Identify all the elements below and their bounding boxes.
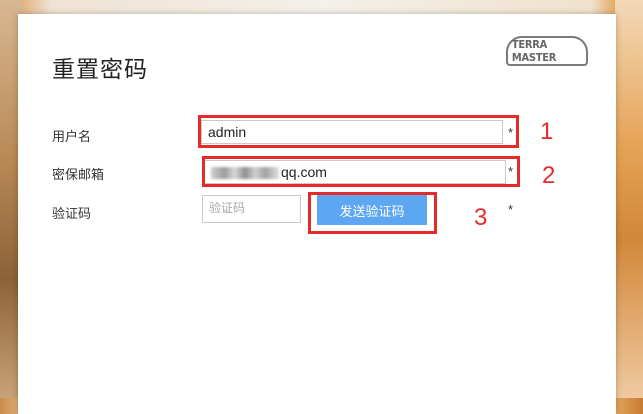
highlight-box-1 [198,115,519,148]
code-required-mark: * [508,202,514,217]
highlight-box-2 [202,156,520,187]
username-label: 用户名 [52,130,92,145]
email-label: 密保邮箱 [52,168,105,183]
marker-2: 2 [542,162,556,189]
background-right [615,0,643,398]
reset-password-dialog: 重置密码 TERRA MASTER 用户名 admin * 1 密保邮箱 qq.… [18,14,616,414]
page-title: 重置密码 [52,57,148,83]
logo-text: TERRA MASTER [511,38,557,64]
code-placeholder: 验证码 [209,201,246,215]
marker-3: 3 [474,204,488,231]
highlight-box-3 [308,192,437,234]
marker-1: 1 [540,118,554,145]
verification-code-field[interactable]: 验证码 [202,195,301,223]
brand-logo: TERRA MASTER [506,36,588,66]
code-label: 验证码 [52,207,92,222]
